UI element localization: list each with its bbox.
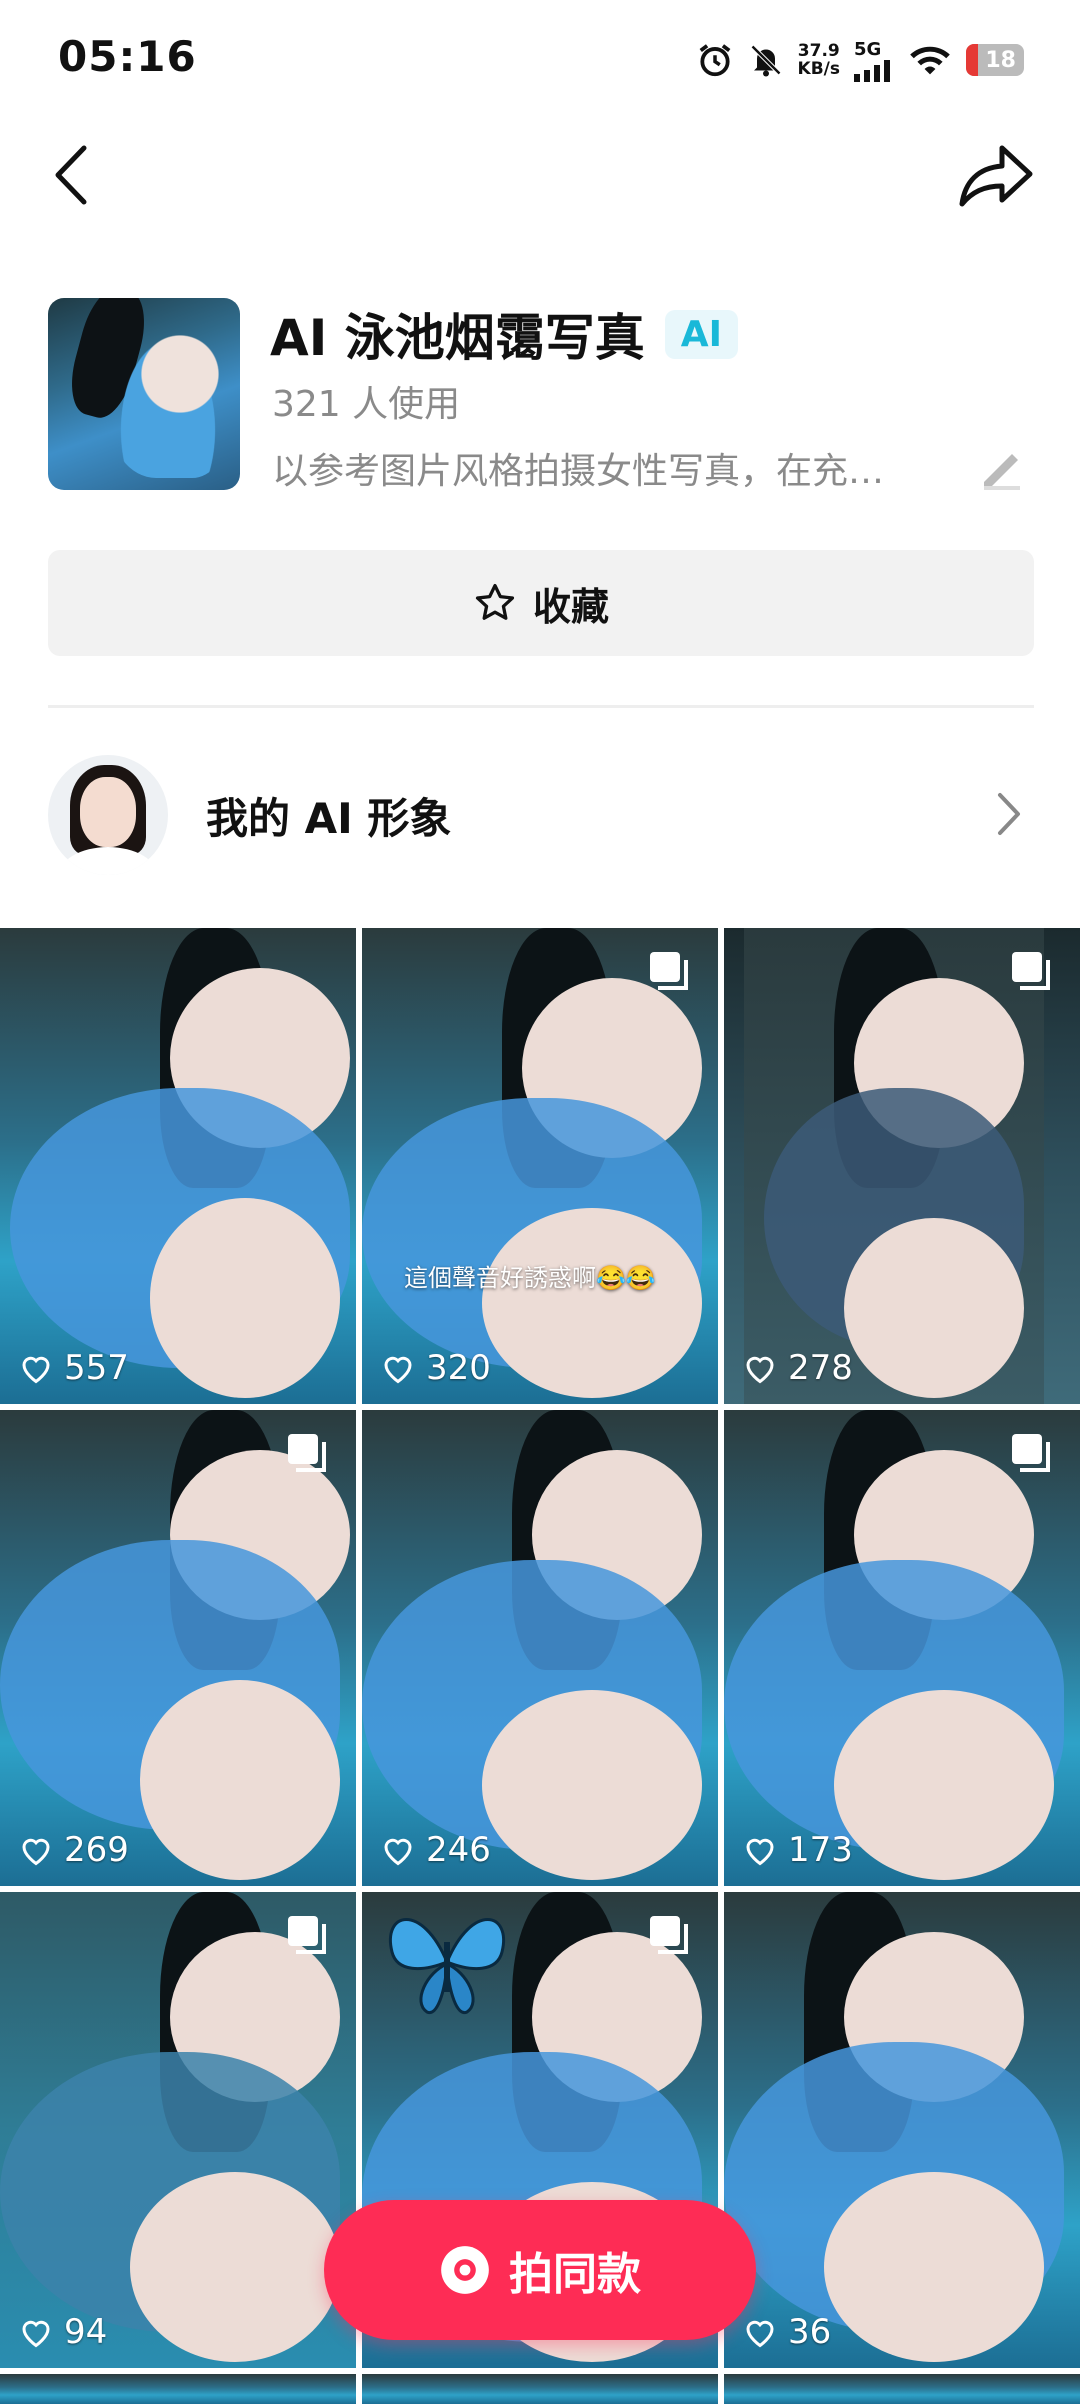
work-card-9[interactable]: 36: [724, 1892, 1080, 2368]
alarm-icon: [699, 44, 730, 77]
star-icon: [475, 583, 515, 620]
like-count: 94: [18, 2312, 107, 2352]
multi-image-icon: [1012, 952, 1050, 990]
multi-image-icon: [650, 1916, 688, 1954]
heart-icon: [746, 1356, 774, 1384]
battery-indicator: 18: [966, 44, 1024, 76]
usage-count: 321 人使用: [272, 384, 461, 425]
work-card-4[interactable]: 269: [0, 1410, 356, 1886]
shoot-same-label: 拍同款: [509, 2249, 641, 2300]
heart-icon: [22, 1838, 50, 1866]
heart-icon: [746, 2320, 774, 2348]
work-card-6[interactable]: 173: [724, 1410, 1080, 1886]
network-speed: 37.9 KB/s: [797, 41, 840, 79]
heart-icon: [22, 1356, 50, 1384]
avatar: [48, 755, 168, 875]
heart-icon: [384, 1356, 412, 1384]
like-count: 320: [380, 1348, 491, 1388]
chevron-right-icon: [998, 793, 1020, 835]
status-icons: 37.9 KB/s 5G 18: [696, 30, 1024, 90]
like-count: 36: [742, 2312, 831, 2352]
work-card-5[interactable]: 246: [362, 1410, 718, 1886]
edit-icon[interactable]: [976, 442, 1026, 492]
mute-bell-icon: [750, 44, 781, 77]
work-card-12[interactable]: [724, 2374, 1080, 2404]
divider: [48, 705, 1034, 708]
work-card-3[interactable]: 278: [724, 928, 1080, 1404]
heart-icon: [384, 1838, 412, 1866]
work-card-2[interactable]: 這個聲音好誘惑啊😂😂 320: [362, 928, 718, 1404]
ai-badge: AI: [664, 309, 738, 359]
like-count: 173: [742, 1830, 853, 1870]
like-count: 278: [742, 1348, 853, 1388]
heart-icon: [22, 2320, 50, 2348]
my-ai-profile-label: 我的 AI 形象: [206, 794, 452, 843]
wifi-icon: [910, 46, 950, 75]
heart-icon: [746, 1838, 774, 1866]
cell-signal: 5G: [854, 39, 894, 82]
status-time: 05:16: [58, 32, 197, 81]
like-count: 557: [18, 1348, 129, 1388]
back-arrow-icon[interactable]: [46, 140, 106, 210]
butterfly-sticker-icon: [389, 1918, 505, 2015]
multi-image-icon: [288, 1434, 326, 1472]
share-icon[interactable]: [956, 140, 1036, 210]
work-card-7[interactable]: 94: [0, 1892, 356, 2368]
multi-image-icon: [1012, 1434, 1050, 1472]
camera-icon: [441, 2246, 489, 2294]
template-description[interactable]: 以参考图片风格拍摄女性写真，在充…: [272, 442, 952, 494]
shoot-same-button[interactable]: 拍同款: [324, 2200, 756, 2340]
page-title: AI 泳池烟霭写真: [270, 309, 645, 367]
like-count: 246: [380, 1830, 491, 1870]
favorite-button[interactable]: 收藏: [48, 550, 1034, 656]
multi-image-icon: [288, 1916, 326, 1954]
work-card-1[interactable]: 557: [0, 928, 356, 1404]
status-bar: 05:16 37.9 KB/s 5G 18: [0, 0, 1080, 120]
title-row: AI 泳池烟霭写真 AI: [270, 298, 738, 370]
template-thumbnail: [48, 298, 240, 490]
video-caption: 這個聲音好誘惑啊😂😂: [404, 1264, 656, 1292]
my-ai-profile-row[interactable]: 我的 AI 形象: [0, 745, 1080, 885]
favorite-label: 收藏: [532, 584, 609, 629]
work-card-11[interactable]: [362, 2374, 718, 2404]
work-card-10[interactable]: [0, 2374, 356, 2404]
signal-icon: [854, 59, 890, 82]
like-count: 269: [18, 1830, 129, 1870]
multi-image-icon: [650, 952, 688, 990]
